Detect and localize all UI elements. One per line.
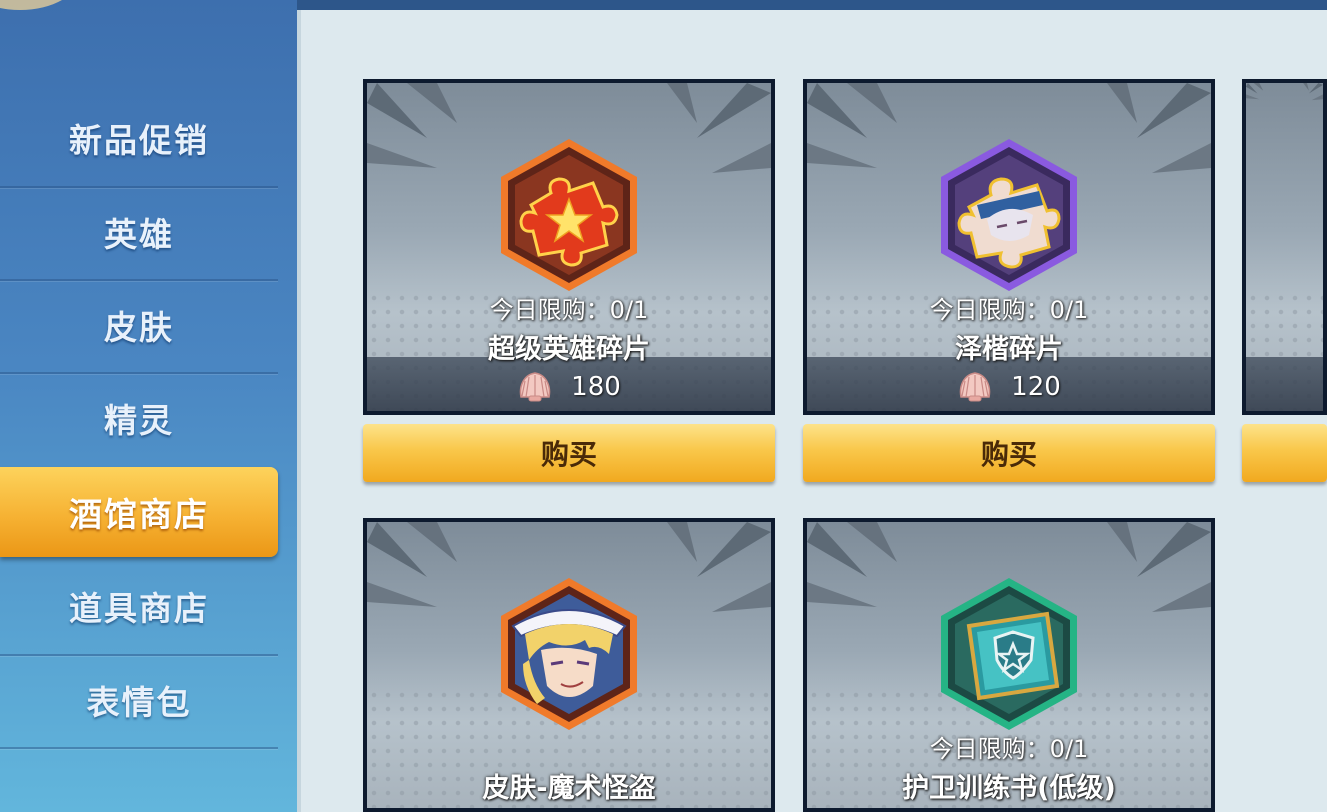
sidebar-item-label: 英雄: [104, 215, 174, 254]
item-price: 120: [807, 371, 1211, 403]
price-value: 120: [1011, 372, 1061, 402]
sidebar-item-label: 酒馆商店: [69, 495, 209, 534]
category-sidebar: 新品促销 英雄 皮肤 精灵 酒馆商店 道具商店 表情包: [0, 0, 297, 812]
shop-item-card[interactable]: 皮肤-魔术怪盗: [363, 518, 775, 812]
super-hero-fragment-icon: [501, 139, 637, 291]
sidebar-item-heroes[interactable]: 英雄: [0, 186, 278, 278]
background-rays: [1246, 83, 1323, 146]
purchase-limit: 今日限购：0/1: [929, 735, 1089, 763]
shop-item-card[interactable]: 今日限购：0/1 超级英雄碎片 180: [363, 79, 775, 415]
top-band: [297, 0, 1327, 10]
sidebar-item-item-shop[interactable]: 道具商店: [0, 560, 278, 652]
sidebar-divider: [0, 747, 278, 749]
purchase-limit: 今日限购：0/1: [929, 296, 1089, 324]
shop-item-card[interactable]: 今日限购：0/1 泽楷碎片 120: [803, 79, 1215, 415]
shell-icon: [957, 371, 993, 403]
item-name: 泽楷碎片: [955, 334, 1063, 365]
buy-button[interactable]: 购买: [363, 424, 775, 482]
sidebar-item-label: 新品促销: [69, 121, 209, 160]
sidebar-item-tavern-shop[interactable]: 酒馆商店: [0, 467, 278, 557]
item-name: 护卫训练书(低级): [902, 773, 1116, 804]
buy-button[interactable]: 购买: [803, 424, 1215, 482]
sidebar-item-label: 表情包: [86, 683, 192, 722]
item-price: 180: [367, 371, 771, 403]
shell-icon: [517, 371, 553, 403]
sidebar-item-skins[interactable]: 皮肤: [0, 279, 278, 371]
buy-button-label: 购买: [540, 438, 597, 471]
zekai-fragment-icon: [941, 139, 1077, 291]
item-name: 超级英雄碎片: [488, 334, 650, 365]
buy-button[interactable]: [1242, 424, 1327, 482]
sidebar-item-new-promotions[interactable]: 新品促销: [0, 92, 278, 184]
sidebar-item-label: 精灵: [104, 401, 174, 440]
shop-item-card[interactable]: [1242, 79, 1327, 415]
purchase-limit: 今日限购：0/1: [489, 296, 649, 324]
sidebar-item-spirits[interactable]: 精灵: [0, 372, 278, 464]
guard-training-book-icon: [941, 578, 1077, 730]
price-band: [1246, 357, 1323, 411]
buy-button-label: 购买: [980, 438, 1037, 471]
item-name: 皮肤-魔术怪盗: [482, 773, 656, 804]
price-value: 180: [571, 372, 621, 402]
sidebar-item-label: 皮肤: [104, 308, 174, 347]
sidebar-item-emotes[interactable]: 表情包: [0, 654, 278, 746]
sidebar-item-label: 道具商店: [69, 589, 209, 628]
magic-thief-skin-icon: [501, 578, 637, 730]
shop-item-card[interactable]: 今日限购：0/1 护卫训练书(低级): [803, 518, 1215, 812]
